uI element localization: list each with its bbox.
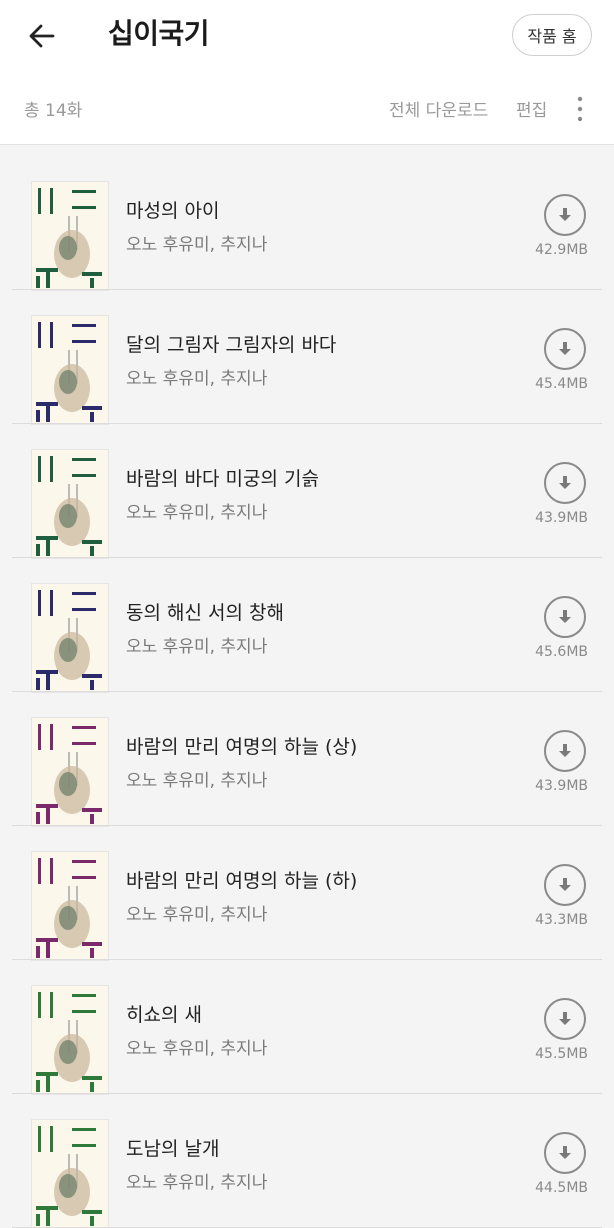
episode-title: 바람의 만리 여명의 하늘 (상) [126,736,358,758]
app-header: 십이국기 작품 홈 총 14화 전체 다운로드 편집 [0,0,614,145]
file-size: 43.9MB [535,778,588,794]
file-size: 43.9MB [535,510,588,526]
episode-author: 오노 후유미, 추지나 [126,905,268,925]
episode-title: 히쇼의 새 [126,1004,202,1026]
episode-author: 오노 후유미, 추지나 [126,369,268,389]
episode-title: 바람의 만리 여명의 하늘 (하) [126,870,358,892]
episode-author: 오노 후유미, 추지나 [126,637,268,657]
episode-author: 오노 후유미, 추지나 [126,503,268,523]
book-cover-image [32,316,108,424]
episode-row[interactable]: 바람의 만리 여명의 하늘 (상) 오노 후유미, 추지나 43.9MB [0,692,614,826]
episode-row[interactable]: 달의 그림자 그림자의 바다 오노 후유미, 추지나 45.4MB [0,290,614,424]
book-cover-image [32,986,108,1094]
episode-title: 동의 해신 서의 창해 [126,602,284,624]
file-size: 42.9MB [535,242,588,258]
download-icon [559,744,571,757]
download-icon [559,1146,571,1159]
episode-author: 오노 후유미, 추지나 [126,771,268,791]
work-home-button[interactable]: 작품 홈 [512,14,592,56]
download-icon [559,476,571,489]
download-button[interactable] [544,462,586,504]
episode-title: 달의 그림자 그림자의 바다 [126,334,337,356]
download-all-button[interactable]: 전체 다운로드 [389,96,488,121]
episode-author: 오노 후유미, 추지나 [126,1039,268,1059]
episode-row[interactable]: 바람의 바다 미궁의 기슭 오노 후유미, 추지나 43.9MB [0,424,614,558]
book-cover-image [32,182,108,290]
episode-row[interactable]: 도남의 날개 오노 후유미, 추지나 44.5MB [0,1094,614,1228]
episode-row[interactable]: 동의 해신 서의 창해 오노 후유미, 추지나 45.6MB [0,558,614,692]
file-size: 45.5MB [535,1046,588,1062]
download-button[interactable] [544,864,586,906]
download-icon [559,1012,571,1025]
download-icon [559,878,571,891]
arrow-left-icon [29,24,55,48]
download-button[interactable] [544,998,586,1040]
download-icon [559,610,571,623]
download-button[interactable] [544,1132,586,1174]
episode-count: 총 14화 [24,101,83,121]
file-size: 43.3MB [535,912,588,928]
file-size: 44.5MB [535,1180,588,1196]
episode-row[interactable]: 히쇼의 새 오노 후유미, 추지나 45.5MB [0,960,614,1094]
episode-author: 오노 후유미, 추지나 [126,235,268,255]
episode-list: 마성의 아이 오노 후유미, 추지나 42.9MB 달의 그림자 그림자의 바다… [0,156,614,1228]
download-icon [559,342,571,355]
more-vertical-icon [577,96,583,122]
edit-button[interactable]: 편집 [516,96,547,121]
episode-title: 바람의 바다 미궁의 기슭 [126,468,319,490]
download-icon [559,208,571,221]
book-cover-image [32,1120,108,1228]
download-button[interactable] [544,596,586,638]
book-cover-image [32,450,108,558]
download-button[interactable] [544,194,586,236]
file-size: 45.6MB [535,644,588,660]
book-cover-image [32,852,108,960]
download-button[interactable] [544,730,586,772]
more-options-button[interactable] [570,94,590,124]
file-size: 45.4MB [535,376,588,392]
episode-row[interactable]: 바람의 만리 여명의 하늘 (하) 오노 후유미, 추지나 43.3MB [0,826,614,960]
episode-author: 오노 후유미, 추지나 [126,1173,268,1193]
episode-title: 도남의 날개 [126,1138,220,1160]
back-button[interactable] [22,16,62,56]
book-cover-image [32,718,108,826]
page-title: 십이국기 [108,17,210,50]
book-cover-image [32,584,108,692]
episode-row[interactable]: 마성의 아이 오노 후유미, 추지나 42.9MB [0,156,614,290]
episode-title: 마성의 아이 [126,200,220,222]
download-button[interactable] [544,328,586,370]
